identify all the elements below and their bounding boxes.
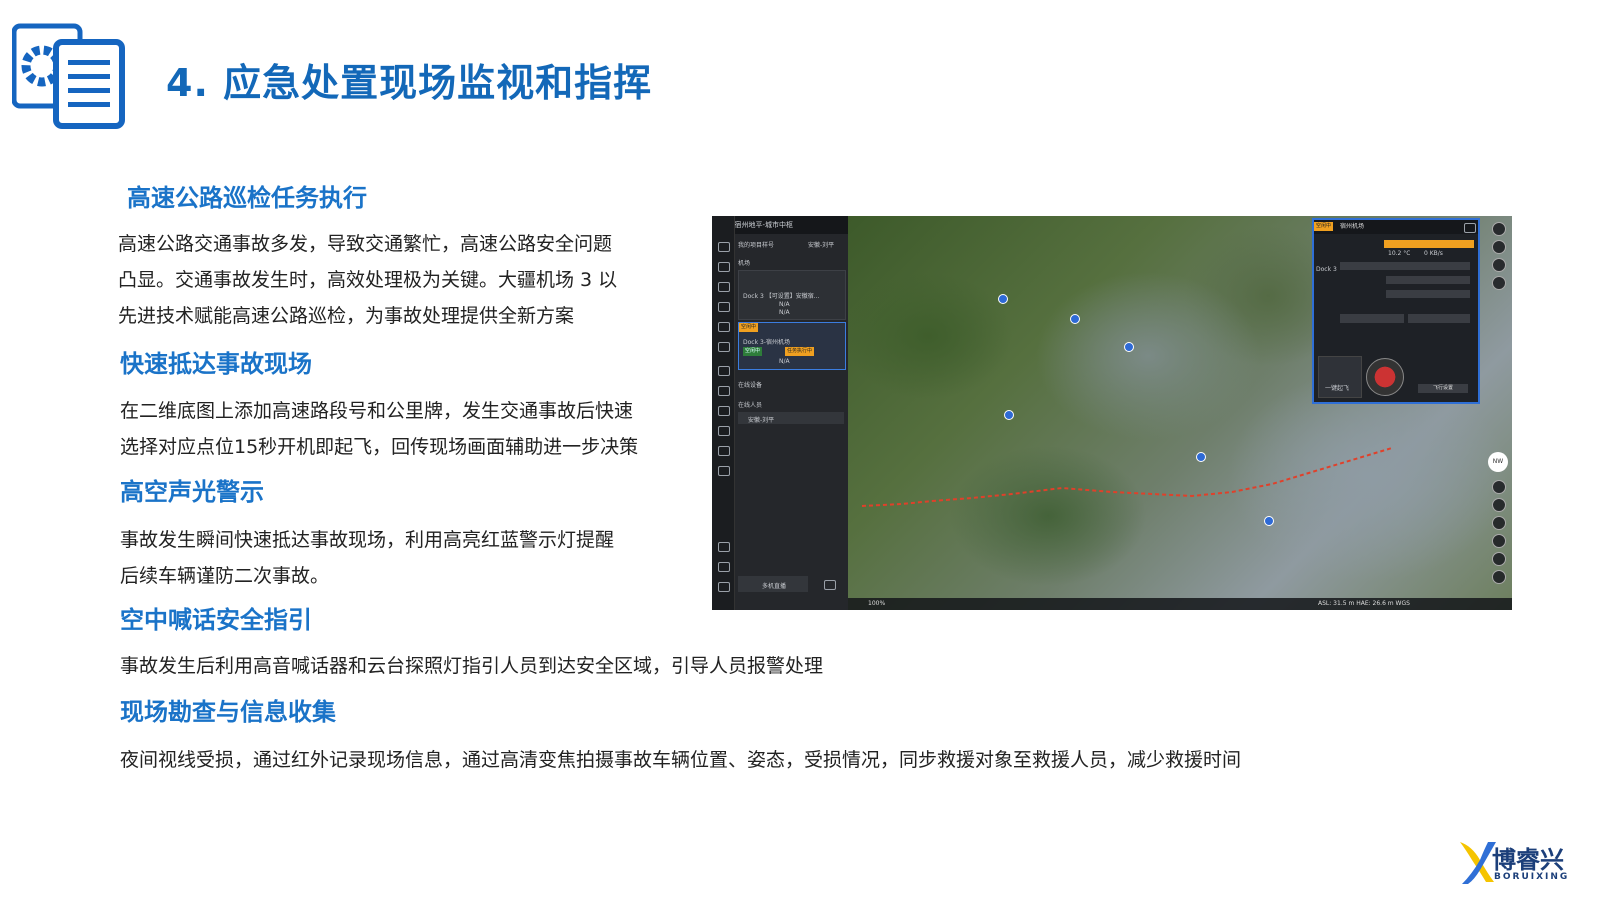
map-marker[interactable] [1196, 452, 1206, 462]
section-body-arrival: 在二维底图上添加高速路段号和公里牌，发生交通事故后快速 选择对应点位15秒开机即… [120, 393, 638, 465]
page-title: 4. 应急处置现场监视和指挥 [166, 61, 653, 105]
drone-video[interactable]: 一键起飞 [1318, 356, 1362, 398]
compass-label: NW [1492, 458, 1504, 465]
map-marker[interactable] [1124, 342, 1134, 352]
map-marker[interactable] [998, 294, 1008, 304]
section-body-patrol: 高速公路交通事故多发，导致交通繁忙，高速公路安全问题 凸显。交通事故发生时，高效… [118, 226, 617, 334]
flight-settings-button[interactable]: 飞行设置 [1418, 384, 1468, 393]
drone-field[interactable] [1340, 262, 1470, 270]
section-line: 先进技术赋能高速公路巡检，为事故处理提供全新方案 [118, 305, 575, 327]
map-status-bar: 100% ASL: 31.5 m HAE: 26.6 m WGS [848, 598, 1512, 610]
zoom-in-icon[interactable] [1492, 552, 1506, 566]
section-line: 在二维底图上添加高速路段号和公里牌，发生交通事故后快速 [120, 400, 634, 422]
brand-name: 博睿兴 [1492, 846, 1564, 874]
section-body-survey: 夜间视线受损，通过红外记录现场信息，通过高清变焦拍摄事故车辆位置、姿态，受损情况… [120, 742, 1241, 778]
drone-temp: 10.2 °C [1388, 250, 1411, 257]
refresh-icon[interactable] [1492, 276, 1506, 290]
zoom-out-icon[interactable] [1492, 570, 1506, 584]
section-body-warning: 事故发生瞬间快速抵达事故现场，利用高亮红蓝警示灯提醒 后续车辆谨防二次事故。 [120, 522, 614, 594]
drone-field[interactable] [1386, 290, 1470, 298]
drone-warning-bar [1384, 240, 1474, 248]
section-line: 事故发生后利用高音喊话器和云台探照灯指引人员到达安全区域，引导人员报警处理 [120, 655, 824, 677]
close-icon[interactable] [1464, 223, 1476, 233]
flighthub-screenshot: 安徽-宿州地平-城市中枢 我的项目样号 安徽-刘平 机场 Dock 3 【可设置… [712, 216, 1512, 610]
section-heading-patrol: 高速公路巡检任务执行 [127, 184, 367, 212]
drone-action-button[interactable] [1340, 314, 1404, 323]
section-line: 选择对应点位15秒开机即起飞，回传现场画面辅助进一步决策 [120, 436, 639, 458]
drone-field[interactable] [1386, 276, 1470, 284]
map-marker[interactable] [1070, 314, 1080, 324]
target-icon[interactable] [1492, 534, 1506, 548]
drone-dock-label: Dock 3 [1316, 266, 1337, 273]
draw-icon[interactable] [1492, 258, 1506, 272]
drone-panel-title: 宿州机场 [1314, 220, 1478, 234]
map-marker[interactable] [1004, 410, 1014, 420]
drone-wind: 0 KB/s [1424, 250, 1443, 257]
map-toolbar [1490, 218, 1508, 598]
section-line: 高速公路交通事故多发，导致交通繁忙，高速公路安全问题 [118, 233, 613, 255]
map-zoom: 100% [868, 600, 886, 607]
section-heading-warning: 高空声光警示 [120, 478, 264, 506]
locate-icon[interactable] [1492, 240, 1506, 254]
drone-action-button[interactable] [1408, 314, 1470, 323]
section-line: 后续车辆谨防二次事故。 [120, 565, 330, 587]
drone-icon[interactable] [1492, 516, 1506, 530]
drone-control-panel: 宿州机场 空闲中 Dock 3 10.2 °C 0 KB/s 一键起飞 飞行设置 [1312, 218, 1480, 404]
section-body-broadcast: 事故发生后利用高音喊话器和云台探照灯指引人员到达安全区域，引导人员报警处理 [120, 648, 823, 684]
section-heading-broadcast: 空中喊话安全指引 [120, 606, 312, 634]
map-marker[interactable] [1264, 516, 1274, 526]
brand-latin: BORUIXING [1494, 872, 1570, 882]
section-heading-survey: 现场勘查与信息收集 [120, 698, 336, 726]
section-line: 凸显。交通事故发生时，高效处理极为关键。大疆机场 3 以 [118, 269, 618, 291]
section-line: 夜间视线受损，通过红外记录现场信息，通过高清变焦拍摄事故车辆位置、姿态，受损情况… [120, 749, 1242, 771]
document-gear-icon [12, 23, 125, 129]
map-compass[interactable]: NW [1488, 452, 1508, 472]
drone-status-tag: 空闲中 [1314, 222, 1334, 231]
clock-icon[interactable] [1492, 498, 1506, 512]
takeoff-label: 一键起飞 [1325, 385, 1350, 392]
drone-attitude-compass [1366, 358, 1404, 396]
view-3d-icon[interactable] [1492, 480, 1506, 494]
section-heading-arrival: 快速抵达事故现场 [120, 350, 312, 378]
map-altitude: ASL: 31.5 m HAE: 26.6 m WGS [1318, 600, 1410, 607]
section-line: 事故发生瞬间快速抵达事故现场，利用高亮红蓝警示灯提醒 [120, 529, 615, 551]
search-icon[interactable] [1492, 222, 1506, 236]
